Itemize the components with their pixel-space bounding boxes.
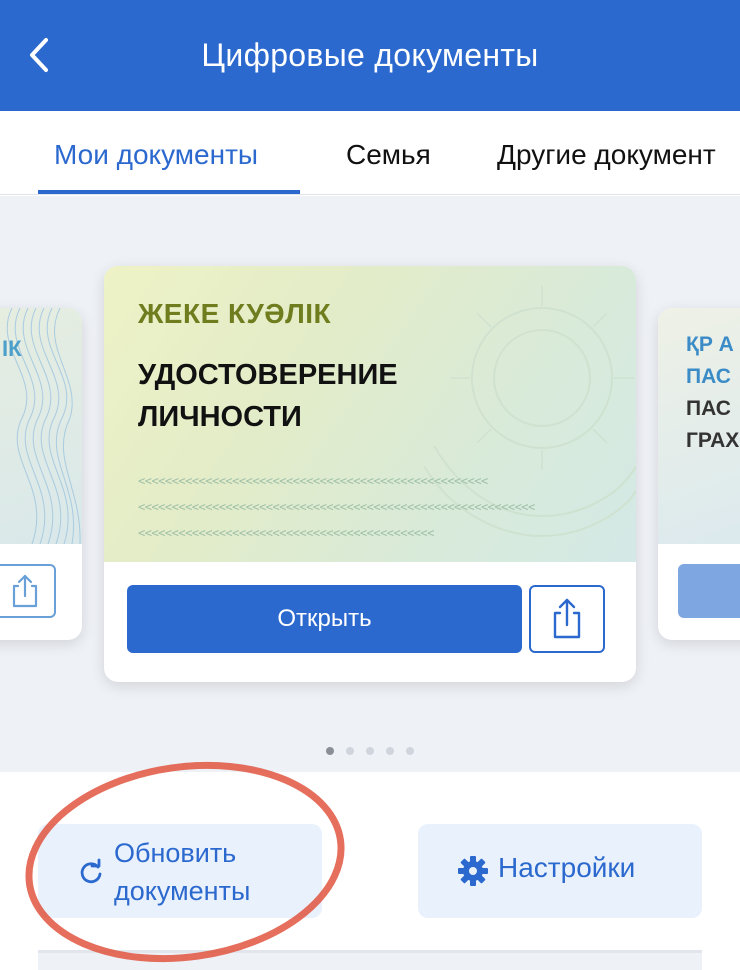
card-title-ru: УДОСТОВЕРЕНИЕ ЛИЧНОСТИ [138,359,398,433]
card-artwork: ІК [0,308,82,544]
page-dot[interactable] [406,747,414,755]
mrz-line: <<<<<<<<<<<<<<<<<<<<<<<<<<<<<<<<<<<<<<<<… [138,526,434,540]
open-document-button-next[interactable] [678,564,740,618]
settings-label: Настройки [498,852,636,883]
tab-my-documents[interactable]: Мои документы [54,139,258,171]
mrz-line: <<<<<<<<<<<<<<<<<<<<<<<<<<<<<<<<<<<<<<<<… [138,500,535,514]
page-dot[interactable] [366,747,374,755]
document-card-previous[interactable]: ІК [0,308,82,640]
card-line: ПАС [686,365,731,388]
refresh-icon [80,858,102,884]
card-artwork: ЖЕКЕ КУӘЛІК УДОСТОВЕРЕНИЕ ЛИЧНОСТИ <<<<<… [104,266,636,562]
card-line: ГРАХ [686,429,740,452]
mrz-line: <<<<<<<<<<<<<<<<<<<<<<<<<<<<<<<<<<<<<<<<… [138,474,488,488]
app-header: Цифровые документы [0,0,740,111]
share-icon [553,598,581,639]
tab-bar: Мои документы Семья Другие документ [0,111,740,195]
documents-carousel[interactable]: ІК ЖЕКЕ КУӘЛІК УДОСТОВЕРЕНИЕ ЛИЧНОСТИ <<… [0,196,740,772]
document-card-id[interactable]: ЖЕКЕ КУӘЛІК УДОСТОВЕРЕНИЕ ЛИЧНОСТИ <<<<<… [104,266,636,682]
card-title-partial: ІК [2,336,22,361]
page-dot[interactable] [346,747,354,755]
next-section-edge [38,950,702,970]
card-artwork: ҚР А ПАС ПАС ГРАХ [658,308,740,544]
card-line: ПАС [686,397,731,420]
document-card-next[interactable]: ҚР А ПАС ПАС ГРАХ [658,308,740,640]
page-title: Цифровые документы [201,37,539,73]
gear-icon [458,856,488,886]
refresh-documents-button[interactable]: Обновить документы [38,824,322,918]
refresh-documents-label: Обновить документы [114,838,251,906]
open-document-button[interactable]: Открыть [127,585,522,653]
card-line: ҚР А [686,333,734,356]
page-dot[interactable] [386,747,394,755]
share-button-previous[interactable] [0,564,56,618]
page-dot-active[interactable] [326,747,334,755]
card-title-kz: ЖЕКЕ КУӘЛІК [138,298,332,329]
share-icon [12,574,38,608]
share-document-button[interactable] [529,585,605,653]
settings-button[interactable]: Настройки [418,824,702,918]
tab-other-documents[interactable]: Другие документ [497,139,716,171]
tab-family[interactable]: Семья [346,139,431,171]
actions-section: Обновить документы Настройки [0,772,740,970]
active-tab-indicator [38,190,300,194]
